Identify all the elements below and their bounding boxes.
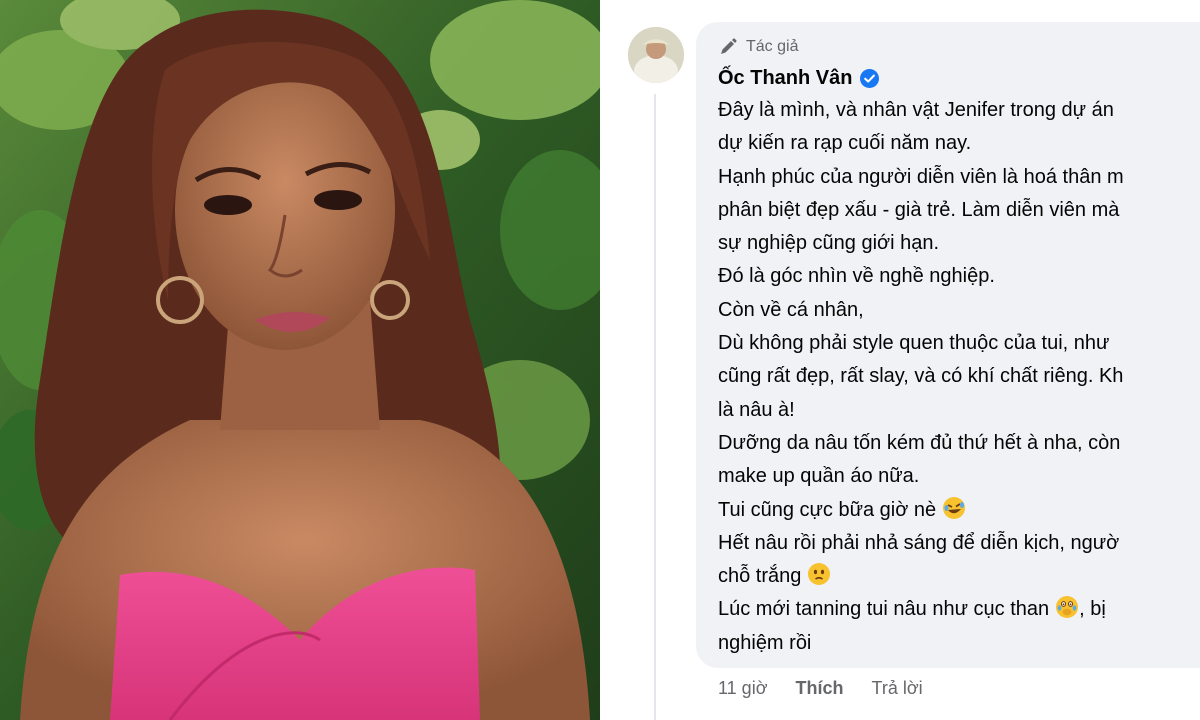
author-name-link[interactable]: Ốc Thanh Vân bbox=[718, 67, 852, 90]
thread-connector-line bbox=[654, 94, 656, 720]
comment-line-text: Lúc mới tanning tui nâu như cục than bbox=[718, 598, 1050, 621]
comment-line-with-emoji: Lúc mới tanning tui nâu như cục than , b… bbox=[718, 593, 1200, 626]
comment-line: Dù không phải style quen thuộc của tui, … bbox=[718, 332, 1110, 355]
comment-pane: Tác giả Ốc Thanh Vân Đây là mình, và nhâ… bbox=[600, 0, 1200, 720]
comment-body: Đây là mình, và nhân vật Jenifer trong d… bbox=[718, 94, 1200, 660]
comment-line: Đây là mình, và nhân vật Jenifer trong d… bbox=[718, 99, 1114, 121]
comment-line: sự nghiệp cũng giới hạn. bbox=[718, 232, 940, 255]
comment-line-with-emoji: Tui cũng cực bữa giờ nè bbox=[718, 494, 1200, 527]
comment-line-tail: , bị bbox=[1079, 598, 1106, 621]
comment-line: phân biệt đẹp xấu - già trẻ. Làm diễn vi… bbox=[718, 198, 1120, 221]
comment-line: make up quần áo nữa. bbox=[718, 465, 920, 488]
comment-line-with-emoji: chỗ trắng bbox=[718, 560, 1200, 593]
comment-line-text: Tui cũng cực bữa giờ nè bbox=[718, 498, 937, 521]
comment-line: nghiệm rồi bbox=[718, 631, 812, 654]
face-with-hand-over-mouth-emoji bbox=[1056, 596, 1079, 619]
comment-line: Còn về cá nhân, bbox=[718, 298, 864, 321]
worried-face-emoji bbox=[808, 563, 831, 586]
avatar[interactable] bbox=[628, 27, 684, 83]
portrait-illustration bbox=[0, 0, 600, 720]
like-button[interactable]: Thích bbox=[796, 678, 844, 699]
avatar-image bbox=[628, 27, 684, 83]
author-badge: Tác giả bbox=[718, 37, 798, 57]
comment-line: Hạnh phúc của người diễn viên là hoá thâ… bbox=[718, 165, 1124, 188]
comment-line: là nâu à! bbox=[718, 398, 795, 421]
comment-timestamp[interactable]: 11 giờ bbox=[718, 678, 768, 699]
comment-line-text: chỗ trắng bbox=[718, 565, 802, 588]
portrait-photo bbox=[0, 0, 600, 720]
badge-label: Tác giả bbox=[746, 38, 799, 55]
comment-line: Hết nâu rồi phải nhả sáng để diễn kịch, … bbox=[718, 531, 1120, 554]
rolling-on-floor-laughing-emoji bbox=[943, 496, 966, 519]
verified-badge-icon bbox=[860, 69, 880, 88]
reply-button[interactable]: Trả lời bbox=[872, 678, 923, 699]
author-row: Ốc Thanh Vân bbox=[718, 67, 880, 90]
comment-line: Đó là góc nhìn về nghề nghiệp. bbox=[718, 265, 995, 288]
comment-line: cũng rất đẹp, rất slay, và có khí chất r… bbox=[718, 365, 1124, 388]
pencil-icon bbox=[721, 38, 737, 54]
comment-actions: 11 giờ Thích Trả lời bbox=[718, 678, 923, 699]
comment-line: dự kiến ra rạp cuối năm nay. bbox=[718, 132, 972, 155]
comment-line: Dưỡng da nâu tốn kém đủ thứ hết à nha, c… bbox=[718, 431, 1121, 454]
